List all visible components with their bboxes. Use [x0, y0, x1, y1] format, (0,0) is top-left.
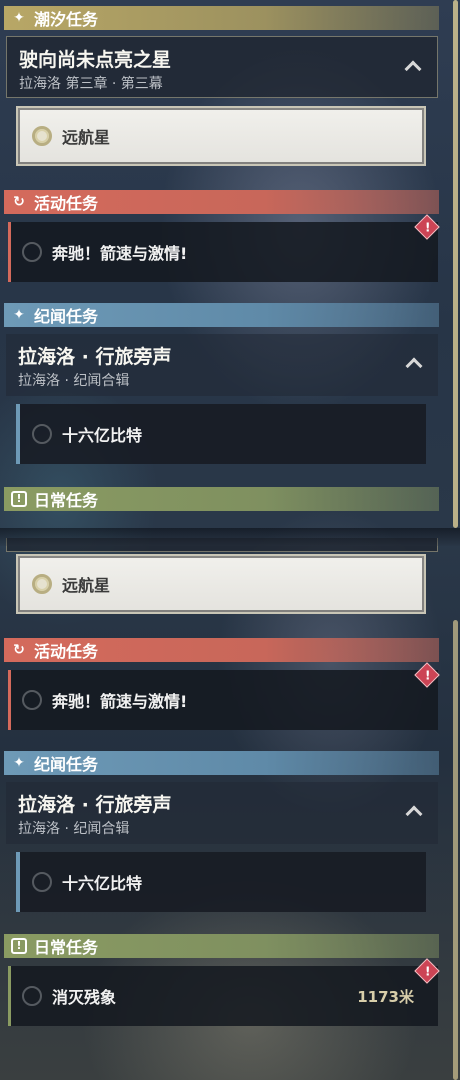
objective-label: 远航星 — [62, 576, 111, 595]
sparkle-icon: ✦ — [13, 10, 25, 26]
accent-bar — [8, 966, 11, 1026]
quest-title: 驶向尚未点亮之星 — [19, 49, 172, 71]
panel-divider — [0, 528, 460, 546]
section-header-daily[interactable]: ! 日常任务 — [4, 934, 439, 958]
section-label: 日常任务 — [34, 938, 99, 957]
objective-status-icon — [32, 424, 52, 444]
quest-story-header[interactable]: 拉海洛 · 行旅旁声 拉海洛 · 纪闻合辑 — [6, 782, 438, 844]
refresh-icon: ↻ — [13, 194, 25, 210]
exclamation-icon: ! — [10, 490, 28, 508]
quest-event[interactable]: 奔驰！箭速与激情! ! — [8, 662, 440, 730]
objective-status-icon — [32, 126, 52, 146]
exclamation-icon: ! — [10, 937, 28, 955]
quest-subtitle: 拉海洛 · 纪闻合辑 — [18, 373, 130, 389]
section-header-tide[interactable]: ✦ 潮汐任务 — [4, 6, 439, 30]
objective-label: 十六亿比特 — [62, 874, 143, 893]
section-header-daily[interactable]: ! 日常任务 — [4, 487, 439, 511]
accent-bar — [8, 222, 11, 282]
alert-badge-icon: ! — [414, 214, 440, 240]
quest-title: 拉海洛 · 行旅旁声 — [18, 794, 172, 816]
section-label: 日常任务 — [34, 491, 99, 510]
objective-item-active[interactable]: 远航星 — [16, 106, 426, 166]
section-label: 纪闻任务 — [34, 307, 99, 326]
objective-status-icon — [32, 574, 52, 594]
alert-badge-icon: ! — [414, 958, 440, 984]
sparkle-icon: ✦ — [13, 755, 25, 771]
chevron-up-icon[interactable] — [405, 357, 423, 375]
quest-story-header[interactable]: 拉海洛 · 行旅旁声 拉海洛 · 纪闻合辑 — [6, 334, 438, 396]
section-label: 纪闻任务 — [34, 755, 99, 774]
section-header-story[interactable]: ✦ 纪闻任务 — [4, 303, 439, 327]
chevron-up-icon[interactable] — [405, 805, 423, 823]
accent-bar — [8, 670, 11, 730]
accent-bar — [16, 852, 20, 912]
alert-badge-icon: ! — [414, 662, 440, 688]
section-header-story[interactable]: ✦ 纪闻任务 — [4, 751, 439, 775]
section-label: 活动任务 — [34, 194, 99, 213]
chevron-up-icon[interactable] — [404, 60, 422, 78]
section-header-event[interactable]: ↻ 活动任务 — [4, 638, 439, 662]
objective-item[interactable]: 十六亿比特 — [16, 852, 426, 912]
quest-tide-header[interactable]: 驶向尚未点亮之星 拉海洛 第三章 · 第三幕 — [6, 36, 438, 98]
section-label: 潮汐任务 — [34, 10, 99, 29]
sparkle-icon: ✦ — [13, 307, 25, 323]
objective-label: 十六亿比特 — [62, 426, 143, 445]
scrollbar[interactable] — [453, 0, 458, 528]
quest-title: 拉海洛 · 行旅旁声 — [18, 346, 172, 368]
distance-label: 1173米 — [357, 988, 414, 1006]
quest-status-icon — [22, 690, 42, 710]
quest-event[interactable]: 奔驰！箭速与激情! ! — [8, 214, 440, 282]
objective-item-active[interactable]: 远航星 — [16, 554, 426, 614]
quest-status-icon — [22, 986, 42, 1006]
quest-status-icon — [22, 242, 42, 262]
section-header-event[interactable]: ↻ 活动任务 — [4, 190, 439, 214]
quest-daily[interactable]: 消灭残象 1173米 ! — [8, 958, 440, 1026]
quest-subtitle: 拉海洛 第三章 · 第三幕 — [19, 76, 163, 92]
objective-status-icon — [32, 872, 52, 892]
quest-subtitle: 拉海洛 · 纪闻合辑 — [18, 821, 130, 837]
refresh-icon: ↻ — [13, 642, 25, 658]
objective-item[interactable]: 十六亿比特 — [16, 404, 426, 464]
quest-title: 奔驰！箭速与激情! — [52, 244, 188, 263]
quest-title: 消灭残象 — [52, 988, 117, 1007]
scrollbar[interactable] — [453, 620, 458, 1080]
accent-bar — [16, 404, 20, 464]
section-label: 活动任务 — [34, 642, 99, 661]
objective-label: 远航星 — [62, 128, 111, 147]
quest-list-panel-bottom[interactable]: 远航星 ↻ 活动任务 奔驰！箭速与激情! ! ✦ 纪闻任务 拉海洛 · 行旅旁声… — [0, 532, 460, 1080]
quest-list-panel-top[interactable]: ✦ 潮汐任务 驶向尚未点亮之星 拉海洛 第三章 · 第三幕 远航星 ↻ 活动任务… — [0, 0, 460, 532]
quest-title: 奔驰！箭速与激情! — [52, 692, 188, 711]
